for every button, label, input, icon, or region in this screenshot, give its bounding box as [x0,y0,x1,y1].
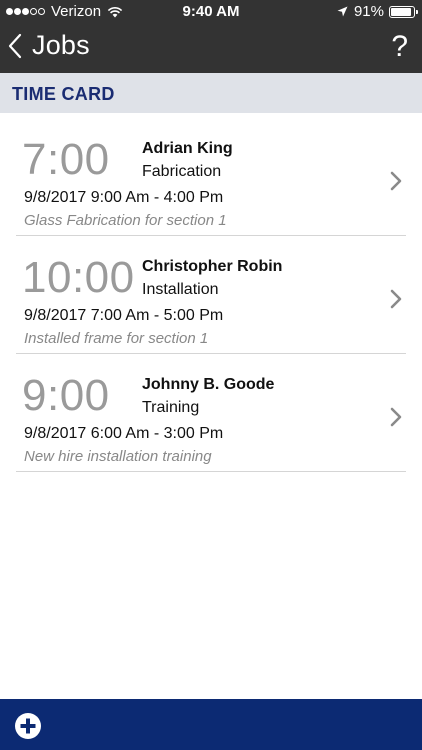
entry-hours: 7:00 [22,135,110,184]
battery-percent: 91% [353,3,384,20]
plus-circle-icon [15,713,41,739]
status-right: 91% [337,3,418,20]
time-card-list: 7:00 Adrian King Fabrication 9/8/2017 9:… [0,118,422,472]
chevron-right-icon [390,289,402,309]
entry-time-range: 9/8/2017 7:00 Am - 5:00 Pm [24,307,224,324]
chevron-right-icon [390,407,402,427]
chevron-left-icon [8,33,22,58]
entry-note: Glass Fabrication for section 1 [24,212,227,229]
battery-icon [389,5,418,18]
battery-fill [391,7,412,16]
location-arrow-icon [337,6,348,17]
entry-hours: 9:00 [22,371,110,420]
section-header: TIME CARD [0,73,422,113]
add-entry-button[interactable] [14,712,42,745]
entry-employee-name: Christopher Robin [142,258,283,275]
help-button[interactable]: ? [391,30,408,64]
entry-time-range: 9/8/2017 6:00 Am - 3:00 Pm [24,425,224,442]
time-card-row[interactable]: 9:00 Johnny B. Goode Training 9/8/2017 6… [16,354,406,472]
status-bar: Verizon 9:40 AM 91% [0,0,422,24]
time-card-row[interactable]: 7:00 Adrian King Fabrication 9/8/2017 9:… [16,118,406,236]
bottom-toolbar [0,699,422,750]
entry-note: New hire installation training [24,448,212,465]
entry-employee-name: Johnny B. Goode [142,376,275,393]
entry-time-range: 9/8/2017 9:00 Am - 4:00 Pm [24,189,224,206]
time-card-row[interactable]: 10:00 Christopher Robin Installation 9/8… [16,236,406,354]
entry-hours: 10:00 [22,253,135,302]
entry-job: Training [142,399,200,416]
section-title: TIME CARD [12,84,115,104]
entry-note: Installed frame for section 1 [24,330,209,347]
entry-job: Fabrication [142,163,222,180]
nav-bar: Jobs ? [0,24,422,73]
entry-employee-name: Adrian King [142,140,233,157]
entry-job: Installation [142,281,219,298]
chevron-right-icon [390,171,402,191]
top-bar: Verizon 9:40 AM 91% Jobs ? [0,0,422,73]
back-label: Jobs [32,30,90,60]
back-button[interactable]: Jobs [8,30,90,61]
